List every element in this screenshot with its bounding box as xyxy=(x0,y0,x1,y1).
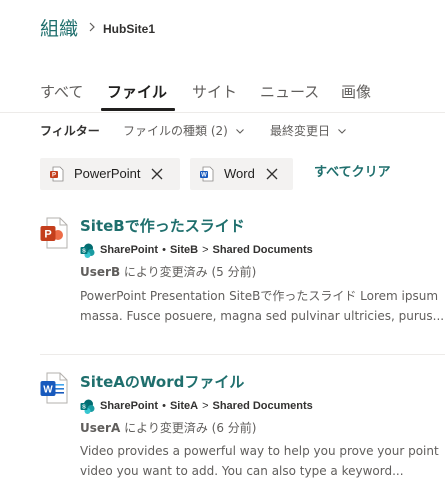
result-path: S SharePoint • SiteB > Shared Documents xyxy=(80,242,317,258)
close-icon[interactable] xyxy=(149,166,165,182)
clear-all-button[interactable]: すべてクリア xyxy=(314,163,391,183)
modified-date-dropdown[interactable]: 最終変更日 xyxy=(270,122,347,140)
chip-powerpoint[interactable]: P PowerPoint xyxy=(40,158,180,190)
result-title[interactable]: SiteBで作ったスライド xyxy=(80,215,245,237)
tab-all[interactable]: すべて xyxy=(40,81,83,103)
path-segment: Shared Documents xyxy=(212,400,313,412)
result-divider xyxy=(40,354,445,355)
breadcrumb-root[interactable]: 組織 xyxy=(40,15,78,43)
active-tab-indicator xyxy=(101,108,175,111)
result-modified: UserA により変更済み (6 分前) xyxy=(80,419,256,437)
result-author: UserA xyxy=(80,421,121,435)
chip-powerpoint-label: PowerPoint xyxy=(74,166,141,181)
path-segment: SiteB xyxy=(169,244,199,256)
result-path: S SharePoint • SiteA > Shared Documents xyxy=(80,398,317,414)
tab-divider xyxy=(0,112,445,113)
result-title[interactable]: SiteAのWordファイル xyxy=(80,371,244,393)
path-separator: • xyxy=(162,400,166,412)
result-description-line: Video provides a powerful way to help yo… xyxy=(80,444,439,458)
path-segment: SharePoint xyxy=(100,244,159,256)
svg-text:S: S xyxy=(82,248,86,254)
result-description-line: video you want to add. You can also type… xyxy=(80,464,404,478)
path-separator: > xyxy=(202,400,209,412)
file-type-dropdown-label: ファイルの種類 (2) xyxy=(123,124,228,138)
close-icon[interactable] xyxy=(264,166,280,182)
tab-files[interactable]: ファイル xyxy=(107,81,167,103)
svg-text:P: P xyxy=(52,173,56,179)
powerpoint-icon: P xyxy=(40,217,68,249)
result-description-line: PowerPoint Presentation SiteBで作ったスライド Lo… xyxy=(80,289,439,303)
file-type-dropdown[interactable]: ファイルの種類 (2) xyxy=(123,122,245,140)
tab-sites[interactable]: サイト xyxy=(192,81,237,103)
svg-text:P: P xyxy=(44,229,51,241)
result-modified: UserB により変更済み (5 分前) xyxy=(80,263,256,281)
result-modified-text: により変更済み (5 分前) xyxy=(123,265,257,279)
path-segment: SharePoint xyxy=(100,400,159,412)
chevron-down-icon xyxy=(337,126,347,136)
tab-news[interactable]: ニュース xyxy=(260,81,319,103)
path-segment: SiteA xyxy=(169,400,199,412)
breadcrumb-current: HubSite1 xyxy=(103,22,156,36)
tab-images[interactable]: 画像 xyxy=(341,81,371,103)
chip-word[interactable]: W Word xyxy=(190,158,293,190)
powerpoint-icon: P xyxy=(49,166,65,182)
path-separator: • xyxy=(162,244,166,256)
path-segment: Shared Documents xyxy=(212,244,313,256)
modified-date-dropdown-label: 最終変更日 xyxy=(270,124,331,138)
chevron-right-icon xyxy=(85,20,99,34)
svg-text:W: W xyxy=(43,385,53,396)
svg-text:W: W xyxy=(201,173,207,179)
chip-word-label: Word xyxy=(224,166,255,181)
word-icon: W xyxy=(40,372,68,404)
sharepoint-icon: S xyxy=(80,399,95,414)
word-icon: W xyxy=(199,166,215,182)
path-separator: > xyxy=(202,244,209,256)
result-description-line: massa. Fusce posuere, magna sed pulvinar… xyxy=(80,309,445,323)
filter-label: フィルター xyxy=(40,124,100,138)
svg-text:S: S xyxy=(82,404,86,410)
sharepoint-icon: S xyxy=(80,243,95,258)
chevron-down-icon xyxy=(235,126,245,136)
result-modified-text: により変更済み (6 分前) xyxy=(124,421,257,435)
result-author: UserB xyxy=(80,265,121,279)
